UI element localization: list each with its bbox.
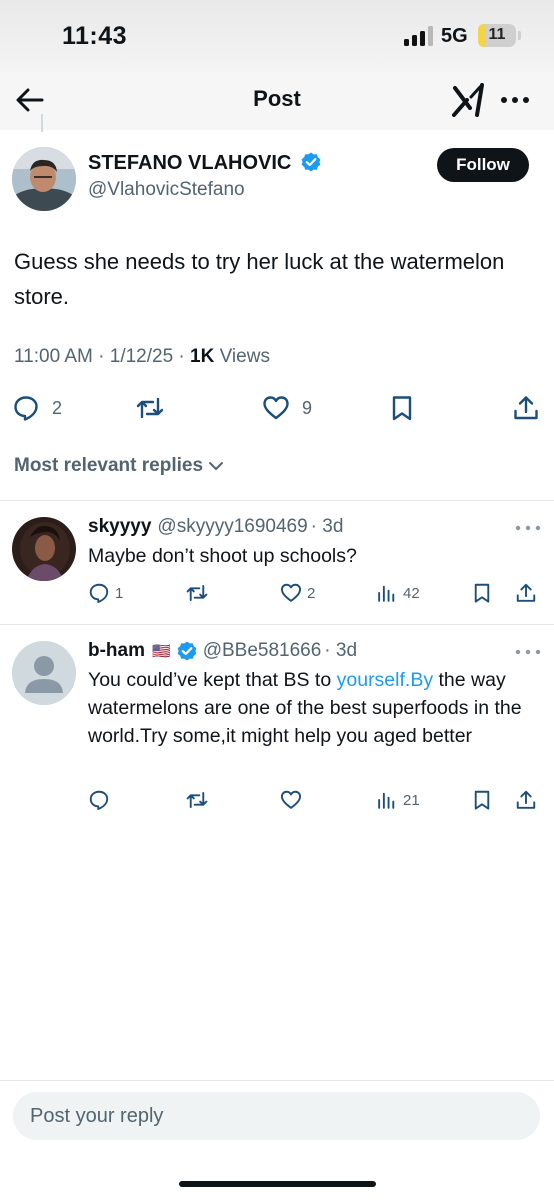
battery-icon: 11: [478, 24, 516, 47]
default-avatar-icon: [12, 641, 76, 705]
bookmark-button[interactable]: [471, 785, 493, 815]
reply-actions: 21: [0, 785, 554, 815]
reply-button[interactable]: 2: [12, 388, 62, 428]
reply-avatar[interactable]: [12, 517, 76, 581]
more-icon[interactable]: [498, 84, 532, 116]
post-timestamp: 11:00 AM · 1/12/25 ·: [14, 346, 191, 367]
reply-text-start: You could’ve kept that BS to: [88, 669, 337, 691]
share-button[interactable]: [512, 388, 540, 428]
follow-button[interactable]: Follow: [437, 148, 529, 182]
heart-icon: [263, 396, 289, 420]
status-bar: 11:43 5G 11: [0, 0, 554, 72]
reply-header: skyyyy @skyyyy1690469 · 3d: [88, 516, 343, 538]
more-icon[interactable]: [514, 646, 542, 658]
views-count: 1K: [190, 346, 215, 367]
analytics-icon: [378, 585, 395, 602]
reply-icon: [89, 583, 109, 603]
author-name[interactable]: STEFANO VLAHOVIC: [88, 152, 321, 175]
like-button[interactable]: 2: [280, 578, 315, 608]
battery-nub: [518, 31, 521, 40]
battery-percent: 11: [488, 26, 506, 43]
verified-badge-icon: [177, 641, 197, 661]
nav-bar: Post: [0, 72, 554, 130]
reply-author-handle[interactable]: @BBe581666: [203, 640, 322, 662]
reply-time: · 3d: [324, 640, 358, 661]
like-count: 9: [302, 397, 313, 418]
flag-icon: 🇺🇸: [152, 643, 171, 660]
share-button[interactable]: [515, 785, 537, 815]
bookmark-button[interactable]: [471, 578, 493, 608]
network-label: 5G: [441, 25, 468, 47]
bookmark-button[interactable]: [388, 388, 416, 428]
reply-count: 1: [115, 584, 124, 602]
home-indicator[interactable]: [179, 1181, 376, 1187]
avatar[interactable]: [12, 147, 76, 211]
share-icon: [516, 583, 536, 602]
reply-icon: [89, 790, 109, 810]
repost-icon: [186, 584, 208, 602]
verified-badge-icon: [301, 152, 321, 172]
reply-text: Maybe don’t shoot up schools?: [88, 545, 357, 567]
reply-icon: [14, 396, 38, 421]
view-count: 42: [403, 584, 420, 602]
status-time: 11:43: [62, 22, 128, 50]
reply-input[interactable]: [13, 1092, 540, 1140]
bookmark-icon: [474, 583, 490, 603]
author-handle[interactable]: @VlahovicStefano: [88, 179, 245, 201]
like-button[interactable]: 9: [262, 388, 312, 428]
views-button[interactable]: 42: [376, 578, 420, 608]
divider: [0, 624, 554, 625]
reply-text: You could’ve kept that BS to yourself.By…: [88, 666, 538, 750]
views-label: Views: [214, 346, 270, 367]
reply-header: b-ham 🇺🇸 @BBe581666 · 3d: [88, 640, 357, 662]
repost-icon: [186, 791, 208, 809]
thread-line: [41, 114, 43, 132]
bookmark-icon: [474, 790, 490, 810]
reply-text-link[interactable]: yourself.By: [337, 669, 433, 691]
more-icon[interactable]: [514, 522, 542, 534]
analytics-icon: [378, 792, 395, 809]
repost-button[interactable]: [186, 785, 213, 815]
repost-button[interactable]: [186, 578, 213, 608]
heart-icon: [281, 583, 301, 602]
repost-icon: [136, 397, 164, 419]
reply-time: · 3d: [310, 516, 344, 537]
reply-author-name[interactable]: b-ham: [88, 640, 145, 662]
heart-icon: [281, 790, 301, 809]
views-button[interactable]: 21: [376, 785, 420, 815]
reply-author-name[interactable]: skyyyy: [88, 516, 151, 538]
post-actions: 2 9: [0, 388, 554, 428]
signal-icon: [404, 26, 434, 46]
share-button[interactable]: [515, 578, 537, 608]
reply-actions: 1 2 42: [0, 578, 554, 608]
bookmark-icon: [392, 396, 412, 421]
reply-avatar[interactable]: [12, 641, 76, 705]
view-count: 21: [403, 791, 420, 809]
share-icon: [514, 396, 538, 420]
reply-author-handle[interactable]: @skyyyy1690469: [157, 516, 307, 538]
grok-icon[interactable]: [450, 82, 486, 118]
like-button[interactable]: [280, 785, 307, 815]
repost-button[interactable]: [136, 388, 164, 428]
share-icon: [516, 790, 536, 809]
reply-button[interactable]: [88, 785, 115, 815]
reply-button[interactable]: 1: [88, 578, 123, 608]
like-count: 2: [307, 584, 316, 602]
reply-count: 2: [52, 397, 63, 418]
sort-replies-dropdown[interactable]: Most relevant replies: [14, 455, 225, 477]
chevron-down-icon: [209, 462, 224, 470]
post-meta: 11:00 AM · 1/12/25 · 1K Views: [14, 346, 270, 368]
sort-label: Most relevant replies: [14, 455, 204, 476]
divider: [0, 500, 554, 501]
post-text: Guess she needs to try her luck at the w…: [14, 249, 505, 309]
